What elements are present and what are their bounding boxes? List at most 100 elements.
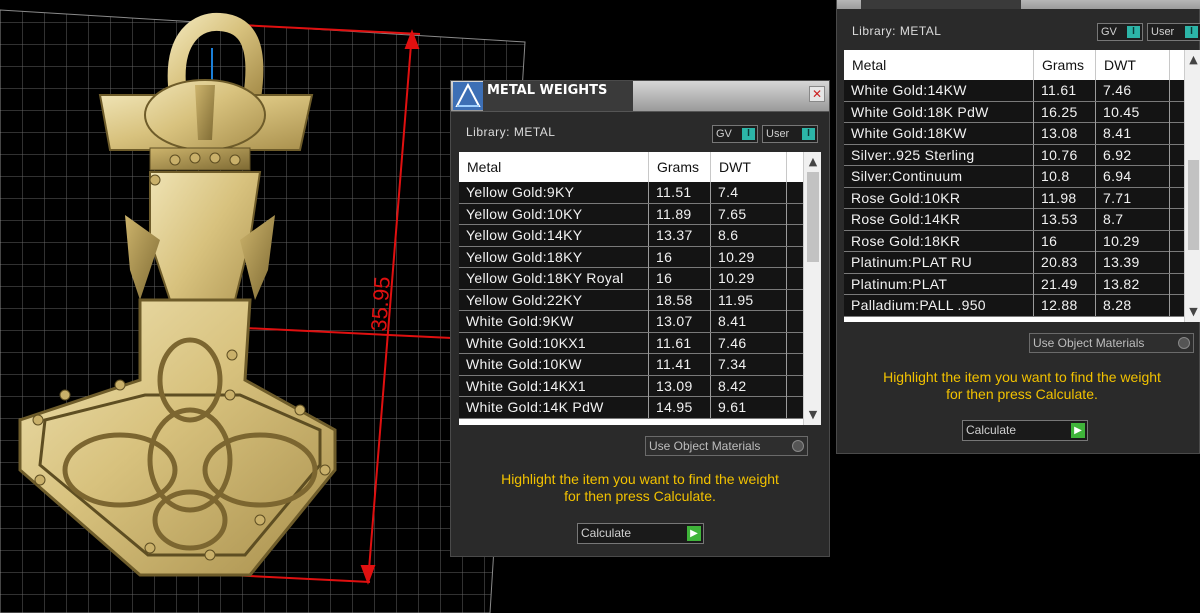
table-row[interactable]: White Gold:14K PdW 14.95 9.61 bbox=[459, 397, 803, 419]
dwt-cell: 7.34 bbox=[711, 354, 787, 375]
secondary-scroll-thumb[interactable] bbox=[1188, 160, 1199, 250]
metal-name-cell: Yellow Gold:9KY bbox=[459, 182, 649, 203]
hint-line-2: for then press Calculate. bbox=[564, 488, 716, 504]
user-label: User bbox=[766, 128, 790, 140]
dwt-cell: 6.92 bbox=[1096, 144, 1170, 166]
table-row[interactable]: Palladium:PALL .950 12.88 8.28 bbox=[844, 295, 1184, 317]
dwt-cell: 8.41 bbox=[711, 311, 787, 332]
grams-cell: 13.53 bbox=[1034, 209, 1096, 230]
table-row[interactable]: Yellow Gold:22KY 18.58 11.95 bbox=[459, 289, 803, 311]
secondary-col-metal[interactable]: Metal bbox=[844, 50, 1034, 80]
secondary-col-grams[interactable]: Grams bbox=[1034, 50, 1096, 80]
secondary-use-object-materials-toggle[interactable]: Use Object Materials bbox=[1029, 333, 1194, 353]
gv-knob: I bbox=[742, 128, 755, 140]
hint-line-1: Highlight the item you want to find the … bbox=[501, 471, 779, 487]
gv-toggle[interactable]: GV I bbox=[712, 125, 758, 143]
radio-icon bbox=[792, 440, 804, 452]
metal-name-cell: White Gold:14K PdW bbox=[459, 397, 649, 418]
gv-label: GV bbox=[716, 128, 732, 140]
secondary-calculate-label: Calculate bbox=[966, 423, 1017, 437]
table-row[interactable]: White Gold:10KX1 11.61 7.46 bbox=[459, 332, 803, 354]
table-row[interactable]: Rose Gold:18KR 16 10.29 bbox=[844, 230, 1184, 252]
secondary-scroll-up-arrow[interactable]: ▲ bbox=[1185, 52, 1200, 68]
dwt-cell: 7.4 bbox=[711, 182, 787, 203]
metal-name-cell: Palladium:PALL .950 bbox=[844, 295, 1034, 316]
metal-name-cell: White Gold:14KX1 bbox=[459, 375, 649, 397]
table-scrollbar[interactable]: ▲ ▼ bbox=[803, 152, 821, 425]
table-row[interactable]: White Gold:14KX1 13.09 8.42 bbox=[459, 375, 803, 397]
col-dwt[interactable]: DWT bbox=[711, 152, 787, 182]
grams-cell: 13.09 bbox=[649, 375, 711, 397]
dwt-cell: 8.7 bbox=[1096, 209, 1170, 230]
secondary-table-scrollbar[interactable]: ▲ ▼ bbox=[1184, 50, 1200, 322]
calculate-label: Calculate bbox=[581, 526, 632, 540]
metal-name-cell: Rose Gold:14KR bbox=[844, 209, 1034, 230]
secondary-metal-table: Metal Grams DWT White Gold:14KW 11.61 7.46… bbox=[844, 50, 1200, 322]
dwt-cell: 7.71 bbox=[1096, 187, 1170, 209]
secondary-scroll-down-arrow[interactable]: ▼ bbox=[1185, 304, 1200, 320]
dwt-cell: 6.94 bbox=[1096, 166, 1170, 187]
user-knob: I bbox=[802, 128, 815, 140]
scroll-up-arrow[interactable]: ▲ bbox=[804, 154, 821, 170]
grams-cell: 13.07 bbox=[649, 311, 711, 332]
secondary-library-label: Library: METAL bbox=[852, 24, 942, 38]
grams-cell: 16 bbox=[649, 268, 711, 289]
table-row[interactable]: Yellow Gold:18KY 16 10.29 bbox=[459, 246, 803, 268]
use-object-materials-toggle[interactable]: Use Object Materials bbox=[645, 436, 808, 456]
user-toggle[interactable]: User I bbox=[762, 125, 818, 143]
table-row[interactable]: Silver:Continuum 10.8 6.94 bbox=[844, 166, 1184, 188]
dwt-cell: 8.41 bbox=[1096, 123, 1170, 144]
col-metal[interactable]: Metal bbox=[459, 152, 649, 182]
hint-text: Highlight the item you want to find the … bbox=[461, 471, 819, 505]
secondary-use-object-materials-label: Use Object Materials bbox=[1033, 336, 1145, 350]
close-button[interactable]: ✕ bbox=[809, 86, 825, 102]
table-row[interactable]: Yellow Gold:18KY Royal 16 10.29 bbox=[459, 268, 803, 290]
dwt-cell: 13.82 bbox=[1096, 273, 1170, 295]
metal-weights-dialog-secondary: Library: METAL GV I User I Metal Grams D… bbox=[836, 0, 1200, 454]
table-row[interactable]: White Gold:14KW 11.61 7.46 bbox=[844, 80, 1184, 102]
secondary-col-dwt[interactable]: DWT bbox=[1096, 50, 1170, 80]
grams-cell: 11.61 bbox=[649, 332, 711, 354]
grams-cell: 16 bbox=[649, 246, 711, 268]
col-grams[interactable]: Grams bbox=[649, 152, 711, 182]
table-row[interactable]: White Gold:18K PdW 16.25 10.45 bbox=[844, 101, 1184, 123]
grams-cell: 10.8 bbox=[1034, 166, 1096, 187]
table-row[interactable]: Yellow Gold:14KY 13.37 8.6 bbox=[459, 225, 803, 247]
metal-name-cell: Rose Gold:10KR bbox=[844, 187, 1034, 209]
metal-name-cell: White Gold:18K PdW bbox=[844, 101, 1034, 123]
table-row[interactable]: White Gold:9KW 13.07 8.41 bbox=[459, 311, 803, 333]
secondary-hint-line-2: for then press Calculate. bbox=[946, 386, 1098, 402]
table-row[interactable]: Yellow Gold:10KY 11.89 7.65 bbox=[459, 203, 803, 225]
grams-cell: 14.95 bbox=[649, 397, 711, 418]
metal-name-cell: Platinum:PLAT RU bbox=[844, 252, 1034, 273]
secondary-user-label: User bbox=[1151, 26, 1175, 38]
metal-name-cell: Platinum:PLAT bbox=[844, 273, 1034, 295]
play-arrow-icon: ▶ bbox=[687, 526, 701, 541]
table-row[interactable]: Yellow Gold:9KY 11.51 7.4 bbox=[459, 182, 803, 204]
grams-cell: 11.98 bbox=[1034, 187, 1096, 209]
grams-cell: 11.51 bbox=[649, 182, 711, 203]
scroll-down-arrow[interactable]: ▼ bbox=[804, 407, 821, 423]
calculate-button[interactable]: Calculate ▶ bbox=[577, 523, 704, 544]
title-strip: METAL WEIGHTS bbox=[483, 81, 633, 111]
app-logo-icon bbox=[453, 82, 483, 110]
secondary-table-header: Metal Grams DWT bbox=[844, 50, 1184, 80]
secondary-user-knob: I bbox=[1185, 26, 1198, 38]
secondary-calculate-button[interactable]: Calculate ▶ bbox=[962, 420, 1088, 441]
metal-name-cell: Yellow Gold:22KY bbox=[459, 289, 649, 311]
secondary-radio-icon bbox=[1178, 337, 1190, 349]
dialog-titlebar[interactable]: METAL WEIGHTS ✕ bbox=[451, 81, 829, 112]
table-row[interactable]: Platinum:PLAT 21.49 13.82 bbox=[844, 273, 1184, 295]
table-row[interactable]: White Gold:10KW 11.41 7.34 bbox=[459, 354, 803, 376]
table-row[interactable]: Silver:.925 Sterling 10.76 6.92 bbox=[844, 144, 1184, 166]
library-label: Library: METAL bbox=[466, 125, 556, 139]
dwt-cell: 8.28 bbox=[1096, 295, 1170, 316]
scroll-thumb[interactable] bbox=[807, 172, 819, 262]
table-row[interactable]: Rose Gold:10KR 11.98 7.71 bbox=[844, 187, 1184, 209]
table-row[interactable]: White Gold:18KW 13.08 8.41 bbox=[844, 123, 1184, 145]
secondary-gv-toggle[interactable]: GV I bbox=[1097, 23, 1143, 41]
table-row[interactable]: Platinum:PLAT RU 20.83 13.39 bbox=[844, 252, 1184, 274]
table-row[interactable]: Rose Gold:14KR 13.53 8.7 bbox=[844, 209, 1184, 231]
grams-cell: 16 bbox=[1034, 230, 1096, 252]
secondary-user-toggle[interactable]: User I bbox=[1147, 23, 1200, 41]
